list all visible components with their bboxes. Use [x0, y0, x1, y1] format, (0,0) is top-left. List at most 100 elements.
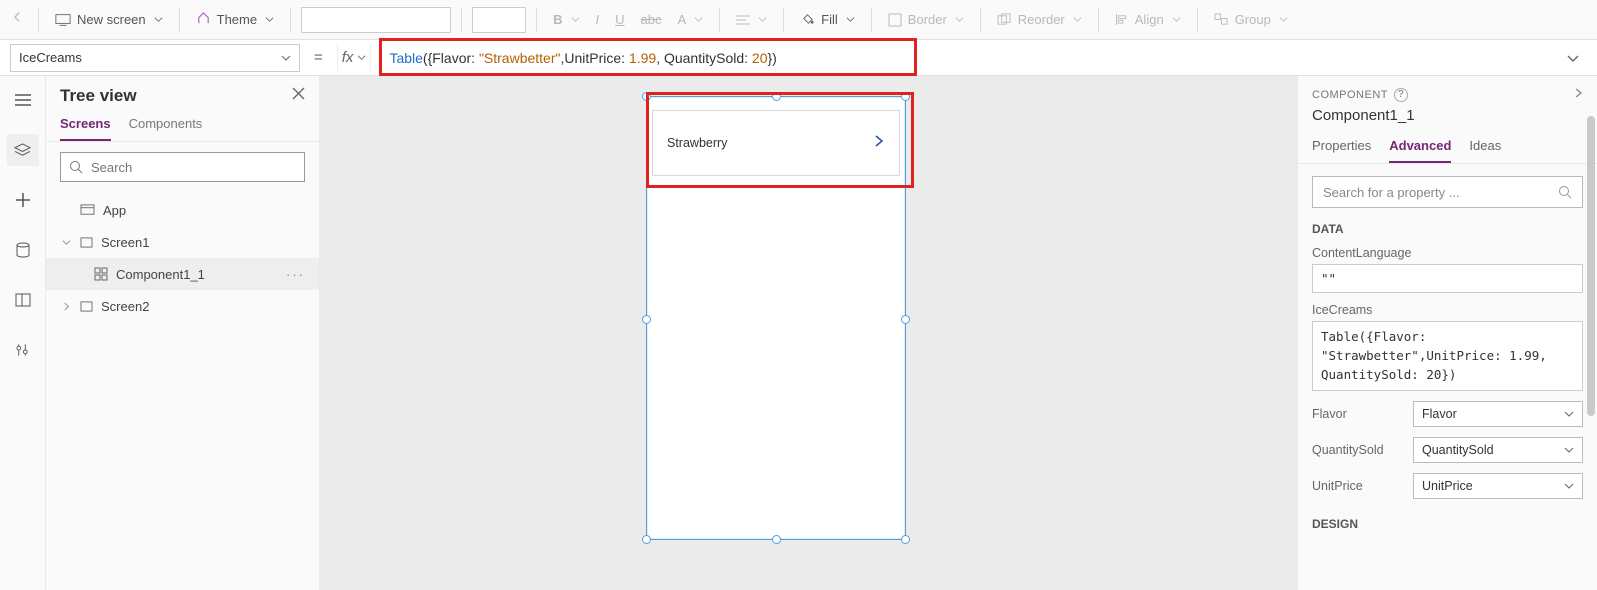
canvas[interactable]: Strawberry	[320, 76, 1297, 590]
app-icon	[80, 204, 95, 217]
tree-item-app[interactable]: App	[46, 194, 319, 226]
border-label: Border	[908, 12, 947, 27]
bold-button[interactable]: B	[547, 8, 585, 31]
resize-handle[interactable]	[901, 92, 910, 101]
tab-advanced[interactable]: Advanced	[1389, 132, 1451, 163]
font-size-selector[interactable]	[472, 7, 526, 33]
label-quantitysold: QuantitySold	[1312, 443, 1384, 457]
data-rail-button[interactable]	[7, 234, 39, 266]
property-selector[interactable]: IceCreams	[10, 44, 300, 72]
panel-header-label: COMPONENT	[1312, 89, 1388, 101]
section-data-header: DATA	[1312, 222, 1583, 236]
border-button[interactable]: Border	[882, 8, 970, 31]
tab-screens[interactable]: Screens	[60, 116, 111, 141]
theme-label: Theme	[217, 12, 257, 27]
theme-icon	[196, 11, 211, 29]
chevron-down-icon	[265, 12, 274, 27]
treeview-rail-button[interactable]	[7, 134, 39, 166]
left-rail	[0, 76, 46, 590]
workspace: Tree view Screens Components Search App	[0, 76, 1597, 590]
selected-component-name[interactable]: Component1_1	[1298, 105, 1597, 132]
underline-button[interactable]: U	[609, 8, 630, 31]
group-label: Group	[1235, 12, 1271, 27]
property-search-input[interactable]: Search for a property ...	[1312, 176, 1583, 208]
component-icon	[94, 267, 108, 281]
align-button[interactable]: Align	[1109, 8, 1187, 31]
tools-rail-button[interactable]	[7, 334, 39, 366]
property-search-placeholder: Search for a property ...	[1323, 185, 1460, 200]
tree-search-input[interactable]: Search	[60, 152, 305, 182]
scrollbar[interactable]	[1585, 76, 1595, 590]
section-design-header: DESIGN	[1312, 517, 1583, 531]
chevron-down-icon	[1564, 481, 1574, 491]
properties-tabs: Properties Advanced Ideas	[1298, 132, 1597, 164]
screen-icon	[80, 301, 93, 312]
tree-item-screen2[interactable]: Screen2	[46, 290, 319, 322]
media-icon	[15, 293, 31, 307]
formula-expand-button[interactable]	[1559, 51, 1587, 65]
tree-view-panel: Tree view Screens Components Search App	[46, 76, 320, 590]
resize-handle[interactable]	[901, 535, 910, 544]
chevron-down-icon	[357, 53, 366, 62]
group-button[interactable]: Group	[1208, 8, 1294, 31]
dropdown-quantitysold[interactable]: QuantitySold	[1413, 437, 1583, 463]
tab-components[interactable]: Components	[129, 116, 203, 141]
close-icon[interactable]	[292, 87, 305, 105]
new-screen-label: New screen	[77, 12, 146, 27]
text-align-button[interactable]	[730, 8, 773, 31]
strike-button[interactable]: abc	[635, 8, 668, 31]
screen-icon	[55, 13, 71, 27]
properties-panel: COMPONENT ? Component1_1 Properties Adva…	[1297, 76, 1597, 590]
chevron-down-icon[interactable]	[60, 235, 72, 250]
fx-button[interactable]: fx	[337, 44, 372, 72]
media-rail-button[interactable]	[7, 284, 39, 316]
resize-handle[interactable]	[901, 315, 910, 324]
back-icon[interactable]	[14, 10, 28, 29]
theme-button[interactable]: Theme	[190, 7, 280, 33]
formula-input[interactable]: Table({Flavor: "Strawbetter",UnitPrice: …	[379, 44, 1551, 72]
tree-item-screen1[interactable]: Screen1	[46, 226, 319, 258]
gallery-item-label: Strawberry	[667, 136, 727, 150]
fill-button[interactable]: Fill	[794, 7, 861, 33]
formula-bar: IceCreams = fx Table({Flavor: "Strawbett…	[0, 40, 1597, 76]
tab-ideas[interactable]: Ideas	[1469, 132, 1501, 163]
input-contentlanguage[interactable]: ""	[1312, 264, 1583, 293]
more-button[interactable]: ···	[286, 267, 305, 282]
tree-view-title: Tree view	[60, 86, 137, 106]
font-selector[interactable]	[301, 7, 451, 33]
italic-button[interactable]: I	[590, 8, 606, 31]
reorder-button[interactable]: Reorder	[991, 8, 1088, 31]
group-icon	[1214, 13, 1229, 26]
help-icon[interactable]: ?	[1394, 88, 1408, 102]
dropdown-unitprice[interactable]: UnitPrice	[1413, 473, 1583, 499]
resize-handle[interactable]	[772, 535, 781, 544]
chevron-right-icon[interactable]	[1573, 86, 1583, 103]
dropdown-flavor[interactable]: Flavor	[1413, 401, 1583, 427]
search-icon	[1558, 185, 1572, 199]
sliders-icon	[15, 342, 30, 358]
search-icon	[69, 160, 83, 174]
chevron-down-icon	[154, 12, 163, 27]
insert-rail-button[interactable]	[7, 184, 39, 216]
tree-item-component1-1[interactable]: Component1_1 ···	[46, 258, 319, 290]
fill-label: Fill	[821, 12, 838, 27]
font-color-button[interactable]: A	[671, 8, 709, 31]
chevron-right-icon[interactable]	[873, 133, 885, 154]
resize-handle[interactable]	[772, 92, 781, 101]
input-icecreams[interactable]: Table({Flavor: "Strawbetter",UnitPrice: …	[1312, 321, 1583, 391]
gallery-item[interactable]: Strawberry	[652, 110, 900, 176]
hamburger-button[interactable]	[7, 84, 39, 116]
label-icecreams: IceCreams	[1312, 303, 1583, 317]
plus-icon	[15, 192, 31, 208]
resize-handle[interactable]	[642, 92, 651, 101]
tab-properties[interactable]: Properties	[1312, 132, 1371, 163]
chevron-right-icon[interactable]	[60, 299, 72, 314]
tree-list: App Screen1 Component1_1 ··· Screen2	[46, 192, 319, 324]
equals-sign: =	[308, 49, 329, 66]
resize-handle[interactable]	[642, 315, 651, 324]
label-unitprice: UnitPrice	[1312, 479, 1363, 493]
screen-icon	[80, 237, 93, 248]
scrollbar-thumb[interactable]	[1587, 116, 1595, 416]
new-screen-button[interactable]: New screen	[49, 8, 169, 31]
resize-handle[interactable]	[642, 535, 651, 544]
